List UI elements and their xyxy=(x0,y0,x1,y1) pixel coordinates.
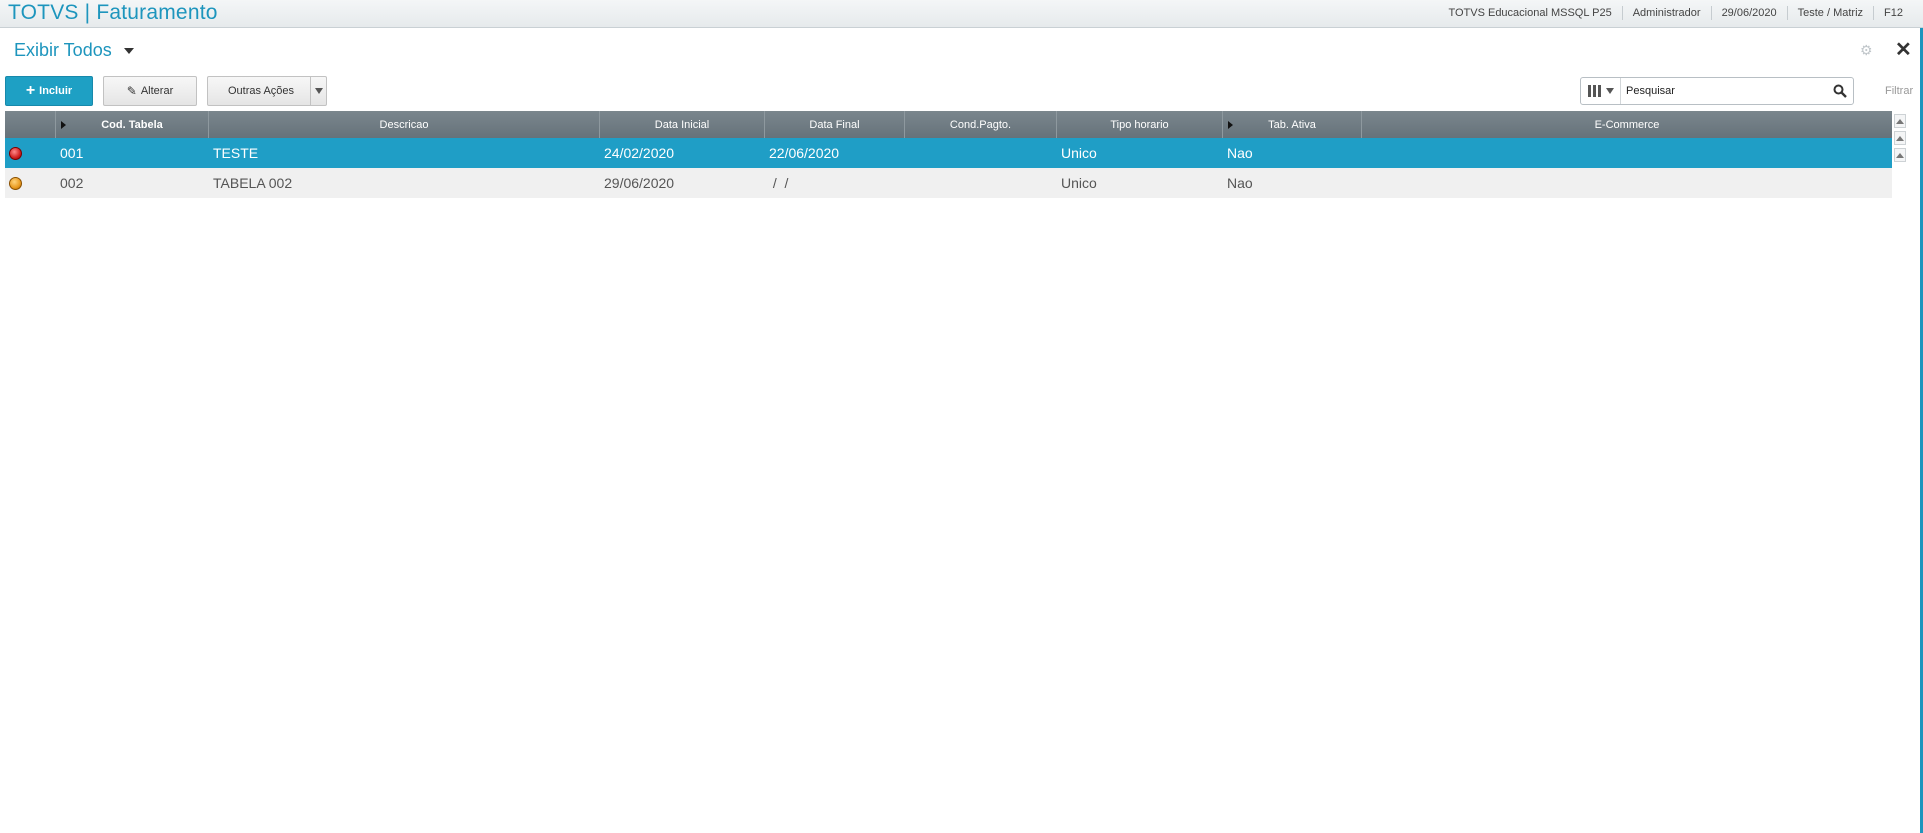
row-status xyxy=(5,176,56,190)
header-data-final[interactable]: Data Final xyxy=(765,111,905,138)
grid-header: Cod. Tabela Descricao Data Inicial Data … xyxy=(5,111,1892,138)
status-shortcut[interactable]: F12 xyxy=(1873,6,1913,20)
arrow-up-icon xyxy=(1896,152,1904,158)
gear-icon[interactable]: ⚙ xyxy=(1860,43,1874,57)
chevron-down-icon xyxy=(123,47,134,54)
status-environment[interactable]: TOTVS Educacional MSSQL P25 xyxy=(1438,6,1621,20)
caret-down-icon xyxy=(314,88,323,94)
search-box: Pesquisar xyxy=(1580,77,1854,105)
header-status[interactable] xyxy=(5,111,56,138)
arrow-up-icon xyxy=(1896,135,1904,141)
cell-data-inicial: 29/06/2020 xyxy=(604,175,675,191)
arrow-up-icon xyxy=(1896,118,1904,124)
status-user[interactable]: Administrador xyxy=(1621,6,1711,20)
caret-down-icon xyxy=(1605,88,1614,94)
outras-acoes-label: Outras Ações xyxy=(228,85,295,97)
header-tipo-horario[interactable]: Tipo horario xyxy=(1057,111,1223,138)
incluir-button[interactable]: + Incluir xyxy=(5,76,93,106)
columns-selector[interactable] xyxy=(1581,78,1621,104)
alterar-label: Alterar xyxy=(140,85,174,97)
columns-icon xyxy=(1587,85,1601,97)
scroll-up-button[interactable] xyxy=(1894,148,1906,162)
top-bar: TOTVS | Faturamento TOTVS Educacional MS… xyxy=(0,0,1923,28)
cell-tab-ativa: Nao xyxy=(1227,175,1253,191)
outras-acoes-dropdown[interactable] xyxy=(310,77,326,105)
cell-data-final: / / xyxy=(769,175,789,191)
sort-icon xyxy=(61,121,66,129)
search-icon[interactable] xyxy=(1827,78,1853,104)
view-title: Exibir Todos xyxy=(14,40,112,60)
status-date[interactable]: 29/06/2020 xyxy=(1710,6,1787,20)
pencil-icon: ✎ xyxy=(126,84,137,98)
incluir-label: Incluir xyxy=(39,85,73,97)
cell-tab-ativa: Nao xyxy=(1227,145,1253,161)
status-orange-icon xyxy=(9,176,22,190)
cell-cod: 002 xyxy=(60,175,84,191)
cell-tipo-horario: Unico xyxy=(1061,175,1097,191)
header-descricao[interactable]: Descricao xyxy=(209,111,600,138)
app-title: TOTVS | Faturamento xyxy=(8,1,218,24)
header-cod-tabela[interactable]: Cod. Tabela xyxy=(56,111,209,138)
table-row[interactable]: 001 TESTE 24/02/2020 22/06/2020 Unico Na… xyxy=(5,138,1892,168)
sort-icon xyxy=(1228,121,1233,129)
row-status xyxy=(5,146,56,160)
cell-data-final: 22/06/2020 xyxy=(769,145,840,161)
header-cod-tabela-label: Cod. Tabela xyxy=(101,118,163,131)
header-cond-pagto[interactable]: Cond.Pagto. xyxy=(905,111,1057,138)
vertical-scrollbar[interactable] xyxy=(1892,111,1908,171)
alterar-button[interactable]: ✎ Alterar xyxy=(103,76,197,106)
scroll-page-up-button[interactable] xyxy=(1894,131,1906,145)
header-e-commerce[interactable]: E-Commerce xyxy=(1362,111,1892,138)
outras-acoes-button[interactable]: Outras Ações xyxy=(207,76,327,106)
header-tab-ativa[interactable]: Tab. Ativa xyxy=(1223,111,1362,138)
header-data-inicial[interactable]: Data Inicial xyxy=(600,111,765,138)
status-red-icon xyxy=(9,146,22,160)
scroll-top-button[interactable] xyxy=(1894,114,1906,128)
close-icon[interactable]: ✕ xyxy=(1895,40,1912,60)
data-grid: Cod. Tabela Descricao Data Inicial Data … xyxy=(5,111,1892,198)
cell-data-inicial: 24/02/2020 xyxy=(604,145,675,161)
status-bar: TOTVS Educacional MSSQL P25 Administrado… xyxy=(1438,6,1913,20)
filter-link[interactable]: Filtrar xyxy=(1885,85,1913,97)
view-selector[interactable]: Exibir Todos xyxy=(14,40,134,61)
cell-cod: 001 xyxy=(60,145,84,161)
cell-tipo-horario: Unico xyxy=(1061,145,1097,161)
status-branch[interactable]: Teste / Matriz xyxy=(1786,6,1873,20)
cell-descricao: TABELA 002 xyxy=(213,175,293,191)
plus-icon: + xyxy=(25,82,36,99)
search-input[interactable]: Pesquisar xyxy=(1621,85,1827,97)
table-row[interactable]: 002 TABELA 002 29/06/2020 / / Unico Nao xyxy=(5,168,1892,198)
header-tab-ativa-label: Tab. Ativa xyxy=(1268,118,1316,131)
cell-descricao: TESTE xyxy=(213,145,259,161)
